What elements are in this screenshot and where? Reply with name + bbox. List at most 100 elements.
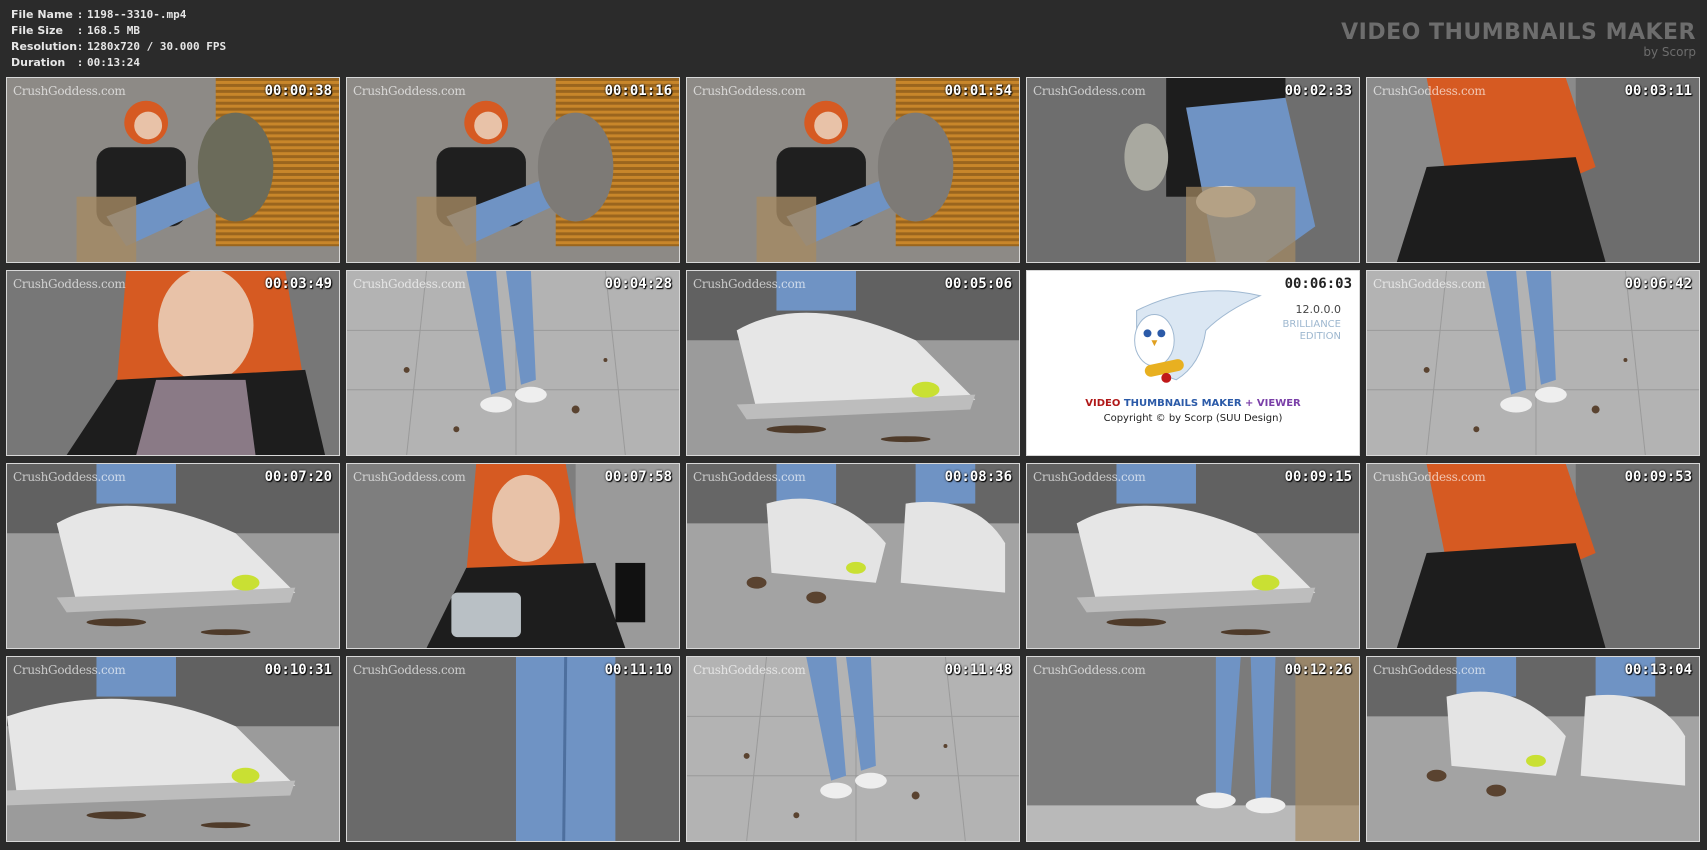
thumbnail[interactable]: CrushGoddess.com 00:02:33 [1026, 77, 1360, 263]
thumbnail-timestamp: 00:12:26 [1284, 662, 1352, 678]
thumbnail-image [7, 464, 339, 648]
thumbnail-timestamp: 00:07:20 [264, 469, 332, 485]
thumbnail-timestamp: 00:11:48 [944, 662, 1012, 678]
thumbnail[interactable]: CrushGoddess.com 00:09:15 [1026, 463, 1360, 649]
thumbnail[interactable]: CrushGoddess.com 00:05:06 [686, 270, 1020, 456]
thumbnail-image [1367, 464, 1699, 648]
file-info-key: File Name [11, 8, 73, 21]
thumbnail[interactable]: 12.0.0.0 BRILLIANCE EDITION VIDEO THUMBNAI… [1026, 270, 1360, 456]
file-info-value: 168.5 MB [87, 24, 140, 37]
thumbnail-image [1027, 464, 1359, 648]
thumbnail-watermark: CrushGoddess.com [353, 277, 466, 291]
thumbnail[interactable]: CrushGoddess.com 00:03:49 [6, 270, 340, 456]
thumbnail-grid: CrushGoddess.com 00:00:38 CrushGoddess.com… [6, 77, 1700, 842]
thumbnail-watermark: CrushGoddess.com [1373, 663, 1486, 677]
thumbnail-image [7, 657, 339, 841]
thumbnail-image [1027, 78, 1359, 262]
file-info-key: File Size [11, 24, 63, 37]
file-info-panel: File Name:1198--3310-.mp4 File Size:168.5… [11, 7, 226, 71]
thumbnail-image [687, 271, 1019, 455]
thumbnail-watermark: CrushGoddess.com [693, 84, 806, 98]
file-info-row: File Size:168.5 MB [11, 23, 226, 39]
file-info-value: 00:13:24 [87, 56, 140, 69]
thumbnail[interactable]: CrushGoddess.com 00:07:20 [6, 463, 340, 649]
thumbnail-timestamp: 00:05:06 [944, 276, 1012, 292]
thumbnail-watermark: CrushGoddess.com [1033, 470, 1146, 484]
file-info-separator: : [76, 40, 84, 53]
thumbnail[interactable]: CrushGoddess.com 00:00:38 [6, 77, 340, 263]
file-info-row: File Name:1198--3310-.mp4 [11, 7, 226, 23]
thumbnail-watermark: CrushGoddess.com [693, 470, 806, 484]
thumbnail-watermark: CrushGoddess.com [353, 663, 466, 677]
file-info-value: 1198--3310-.mp4 [87, 8, 187, 21]
thumbnail-timestamp: 00:11:10 [604, 662, 672, 678]
thumbnail-watermark: CrushGoddess.com [1373, 277, 1486, 291]
thumbnail-watermark: CrushGoddess.com [13, 84, 126, 98]
thumbnail-watermark: CrushGoddess.com [353, 84, 466, 98]
logo-name-part3: + VIEWER [1245, 398, 1301, 409]
thumbnail-timestamp: 00:03:11 [1624, 83, 1692, 99]
thumbnail-timestamp: 00:09:53 [1624, 469, 1692, 485]
thumbnail-image [1367, 271, 1699, 455]
file-info-key: Duration [11, 56, 66, 69]
thumbnail-image [347, 464, 679, 648]
owl-logo-icon [1134, 290, 1262, 383]
thumbnail-image [7, 271, 339, 455]
thumbnail[interactable]: CrushGoddess.com 00:10:31 [6, 656, 340, 842]
thumbnail-image [347, 271, 679, 455]
file-info-row: Duration:00:13:24 [11, 55, 226, 71]
thumbnail-watermark: CrushGoddess.com [13, 470, 126, 484]
thumbnail[interactable]: CrushGoddess.com 00:06:42 [1366, 270, 1700, 456]
brand-logo: VIDEO THUMBNAILS MAKER by Scorp [1341, 20, 1696, 59]
thumbnail[interactable]: CrushGoddess.com 00:01:16 [346, 77, 680, 263]
thumbnail-timestamp: 00:07:58 [604, 469, 672, 485]
thumbnail-timestamp: 00:01:16 [604, 83, 672, 99]
thumbnail-image [1367, 657, 1699, 841]
thumbnail[interactable]: CrushGoddess.com 00:04:28 [346, 270, 680, 456]
thumbnail[interactable]: CrushGoddess.com 00:12:26 [1026, 656, 1360, 842]
thumbnail-image [347, 78, 679, 262]
thumbnail-timestamp: 00:06:42 [1624, 276, 1692, 292]
thumbnail[interactable]: CrushGoddess.com 00:08:36 [686, 463, 1020, 649]
thumbnail-watermark: CrushGoddess.com [693, 663, 806, 677]
logo-name-part2: THUMBNAILS MAKER [1123, 398, 1242, 409]
thumbnail-timestamp: 00:10:31 [264, 662, 332, 678]
thumbnail-image [687, 78, 1019, 262]
file-info-separator: : [76, 8, 84, 21]
file-info-separator: : [76, 24, 84, 37]
thumbnail[interactable]: CrushGoddess.com 00:09:53 [1366, 463, 1700, 649]
thumbnail-timestamp: 00:06:03 [1284, 276, 1352, 292]
thumbnail-image [1367, 78, 1699, 262]
thumbnail-watermark: CrushGoddess.com [693, 277, 806, 291]
logo-edition: BRILLIANCE EDITION [1282, 319, 1341, 342]
thumbnail-watermark: CrushGoddess.com [13, 277, 126, 291]
thumbnail[interactable]: CrushGoddess.com 00:11:48 [686, 656, 1020, 842]
brand-subtitle: by Scorp [1643, 45, 1696, 59]
thumbnail-timestamp: 00:01:54 [944, 83, 1012, 99]
thumbnail-image [7, 78, 339, 262]
thumbnail-timestamp: 00:03:49 [264, 276, 332, 292]
thumbnail-watermark: CrushGoddess.com [353, 470, 466, 484]
thumbnail[interactable]: CrushGoddess.com 00:07:58 [346, 463, 680, 649]
logo-product-name: VIDEO THUMBNAILS MAKER + VIEWER [1027, 398, 1359, 409]
thumbnail-image [347, 657, 679, 841]
thumbnail[interactable]: CrushGoddess.com 00:03:11 [1366, 77, 1700, 263]
thumbnail-timestamp: 00:02:33 [1284, 83, 1352, 99]
thumbnail-image [1027, 657, 1359, 841]
thumbnail[interactable]: CrushGoddess.com 00:13:04 [1366, 656, 1700, 842]
file-info-value: 1280x720 / 30.000 FPS [87, 40, 227, 53]
thumbnail-watermark: CrushGoddess.com [1033, 663, 1146, 677]
logo-version: 12.0.0.0 [1295, 303, 1341, 316]
thumbnail-timestamp: 00:13:04 [1624, 662, 1692, 678]
thumbnail-timestamp: 00:04:28 [604, 276, 672, 292]
file-info-separator: : [76, 56, 84, 69]
brand-title: VIDEO THUMBNAILS MAKER [1341, 20, 1696, 45]
thumbnail-timestamp: 00:09:15 [1284, 469, 1352, 485]
thumbnail[interactable]: CrushGoddess.com 00:01:54 [686, 77, 1020, 263]
thumbnail-watermark: CrushGoddess.com [1373, 470, 1486, 484]
thumbnail-timestamp: 00:08:36 [944, 469, 1012, 485]
logo-copyright: Copyright © by Scorp (SUU Design) [1103, 413, 1283, 424]
thumbnail-image [687, 657, 1019, 841]
thumbnail-timestamp: 00:00:38 [264, 83, 332, 99]
thumbnail[interactable]: CrushGoddess.com 00:11:10 [346, 656, 680, 842]
